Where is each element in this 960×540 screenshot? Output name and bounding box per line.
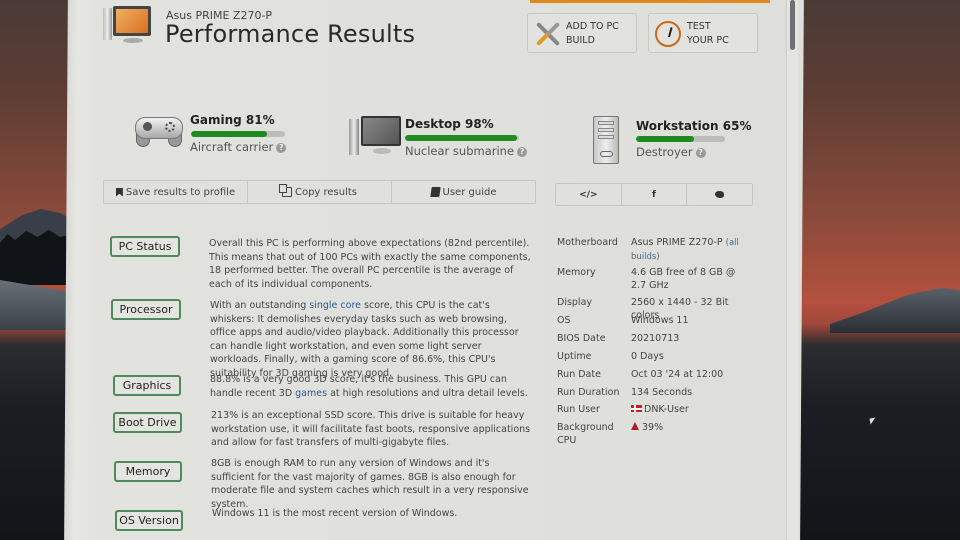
gamepad-icon — [135, 113, 183, 149]
user-guide-button[interactable]: User guide — [392, 181, 535, 203]
spec-label: OS — [557, 315, 571, 326]
section-boot-drive-text: 213% is an exceptional SSD score. This d… — [211, 410, 531, 448]
code-icon: </> — [579, 189, 598, 200]
spec-label: Motherboard — [557, 237, 618, 248]
spec-label: Display — [557, 297, 593, 308]
page-title: Performance Results — [165, 20, 416, 48]
score-bar-fill — [405, 135, 517, 141]
section-graphics-text: 88.8% is a very good 3D score, it's the … — [210, 374, 528, 399]
spec-value: 0 Days — [631, 351, 664, 362]
section-pc-status-button[interactable]: PC Status — [110, 236, 180, 257]
gauge-icon — [655, 21, 681, 47]
test-pc-label-1: TEST — [687, 21, 711, 32]
section-os-version-text: Windows 11 is the most recent version of… — [212, 508, 458, 519]
spec-value: Oct 03 '24 at 12:00 — [631, 369, 724, 380]
section-os-version-button[interactable]: OS Version — [115, 510, 183, 531]
section-graphics-button[interactable]: Graphics — [113, 375, 181, 396]
spec-value: 134 Seconds — [631, 387, 693, 398]
help-icon[interactable]: ? — [695, 148, 706, 158]
spec-label: BIOS Date — [557, 333, 606, 344]
help-icon[interactable]: ? — [276, 143, 287, 153]
save-results-label: Save results to profile — [125, 186, 236, 198]
spec-label: Run Date — [557, 369, 601, 380]
action-bar: Save results to profile Copy results Use… — [103, 180, 536, 204]
page-content: Asus PRIME Z270-P Performance Results AD… — [0, 0, 960, 540]
spec-value: 39% — [631, 421, 741, 434]
games-link[interactable]: games — [295, 388, 327, 399]
score-name: Workstation 65% — [636, 119, 752, 133]
twitter-icon — [715, 191, 725, 198]
section-memory-button[interactable]: Memory — [114, 461, 182, 482]
spec-label: Uptime — [557, 351, 592, 362]
add-build-label-2: BUILD — [566, 35, 595, 46]
spec-value: 20210713 — [631, 333, 680, 344]
bookmark-icon — [115, 187, 123, 197]
section-memory-text: 8GB is enough RAM to run any version of … — [211, 458, 529, 510]
spec-value: DNK-User — [631, 403, 741, 416]
section-processor-text: With an outstanding single core score, t… — [210, 300, 519, 379]
spec-label: Memory — [557, 267, 596, 278]
score-bar-fill — [191, 131, 268, 137]
add-to-pc-build-button[interactable]: ADD TO PC BUILD — [527, 13, 637, 53]
section-processor-button[interactable]: Processor — [111, 299, 181, 320]
section-boot-drive-button[interactable]: Boot Drive — [113, 412, 182, 433]
score-desc: Nuclear submarine? — [405, 144, 528, 158]
add-build-label-1: ADD TO PC — [566, 21, 619, 32]
spec-value: Asus PRIME Z270-P (all builds) — [631, 237, 739, 262]
warning-icon — [631, 422, 639, 430]
score-bar — [191, 131, 285, 137]
test-pc-label-2: YOUR PC — [687, 35, 729, 46]
spec-label: Run Duration — [557, 387, 620, 398]
spec-label: Background CPU — [557, 422, 614, 446]
share-bar: </> f — [555, 183, 753, 206]
score-name: Desktop 98% — [405, 117, 494, 131]
facebook-share-button[interactable]: f — [622, 184, 688, 205]
copy-icon — [278, 184, 292, 197]
twitter-share-button[interactable] — [687, 184, 752, 205]
score-bar-fill — [636, 136, 694, 142]
user-guide-label: User guide — [442, 186, 497, 198]
spec-value: Windows 11 — [631, 315, 689, 326]
tools-icon — [534, 19, 562, 47]
score-desc: Destroyer? — [636, 145, 706, 159]
spec-label: Run User — [557, 404, 600, 415]
facebook-icon: f — [652, 189, 656, 200]
score-desc: Aircraft carrier? — [190, 140, 287, 154]
book-icon — [429, 187, 441, 197]
spec-value: 4.6 GB free of 8 GB @ 2.7 GHz — [631, 267, 736, 291]
score-name: Gaming 81% — [190, 113, 275, 127]
copy-results-button[interactable]: Copy results — [248, 181, 392, 203]
score-bar — [405, 135, 519, 141]
copy-results-label: Copy results — [294, 186, 358, 198]
denmark-flag-icon — [631, 405, 642, 412]
pc-monitor-icon — [103, 4, 153, 44]
single-core-link[interactable]: single core — [309, 300, 361, 311]
help-icon[interactable]: ? — [517, 147, 528, 157]
test-your-pc-button[interactable]: TEST YOUR PC — [648, 13, 758, 53]
embed-button[interactable]: </> — [556, 184, 622, 205]
save-results-button[interactable]: Save results to profile — [104, 181, 248, 203]
desktop-pc-icon — [349, 116, 401, 158]
section-pc-status-text: Overall this PC is performing above expe… — [209, 238, 531, 290]
server-icon — [593, 116, 619, 164]
score-bar — [636, 136, 725, 142]
